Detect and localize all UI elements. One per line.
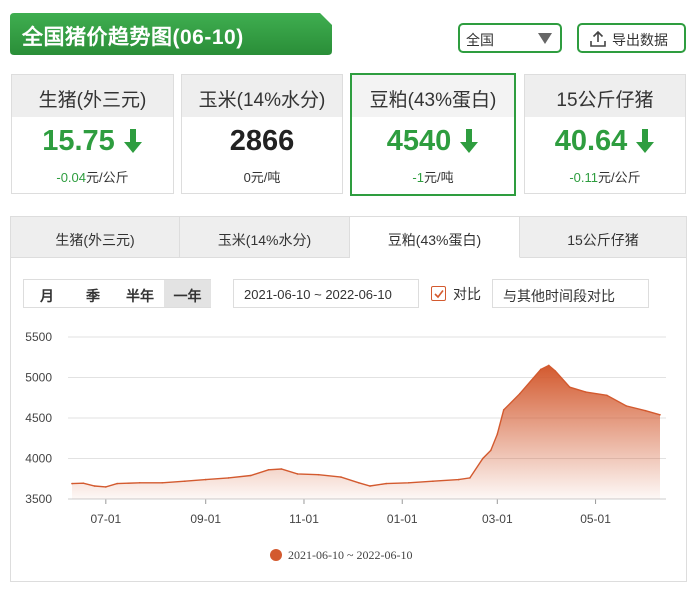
x-tick-label: 11-01 bbox=[289, 512, 319, 526]
series-point bbox=[554, 370, 557, 372]
x-tick-label: 05-01 bbox=[580, 512, 611, 526]
series-point bbox=[280, 468, 283, 470]
legend-marker[interactable] bbox=[270, 549, 282, 561]
x-tick-label: 03-01 bbox=[482, 512, 513, 526]
series-point bbox=[625, 405, 627, 407]
series-point bbox=[540, 368, 542, 371]
series-point bbox=[482, 457, 484, 460]
series-area-fill bbox=[72, 365, 660, 499]
y-tick-label: 4500 bbox=[25, 411, 52, 425]
price-trend-chart: 3500 4000 4500 5000 5500 07-01 09-01 11-01 01-01… bbox=[25, 330, 666, 562]
series-point bbox=[184, 480, 186, 483]
series-point bbox=[644, 409, 647, 412]
series-point bbox=[138, 482, 141, 484]
series-point bbox=[407, 482, 410, 484]
series-point bbox=[457, 478, 460, 481]
series-point bbox=[358, 482, 360, 484]
series-point bbox=[432, 480, 434, 483]
series-point bbox=[340, 476, 342, 478]
y-tick-label: 3500 bbox=[25, 492, 52, 506]
series-point bbox=[267, 469, 270, 471]
x-tick-label: 07-01 bbox=[90, 512, 121, 526]
y-tick-label: 5500 bbox=[25, 330, 52, 344]
series-point bbox=[369, 485, 371, 487]
series-point bbox=[161, 482, 163, 484]
series-point bbox=[317, 473, 320, 476]
series-point bbox=[105, 486, 107, 488]
series-point bbox=[519, 392, 521, 395]
y-tick-label: 4000 bbox=[25, 452, 52, 466]
series-point bbox=[71, 482, 73, 485]
series-point bbox=[496, 433, 499, 436]
series-point bbox=[296, 473, 299, 475]
y-tick-label: 5000 bbox=[25, 371, 52, 385]
series-point bbox=[490, 449, 492, 452]
series-point bbox=[585, 391, 587, 393]
series-point bbox=[548, 364, 550, 367]
series-point bbox=[250, 474, 252, 477]
series-point bbox=[569, 386, 571, 389]
series-point bbox=[469, 477, 471, 479]
series-point bbox=[502, 409, 505, 411]
x-tick-label: 09-01 bbox=[190, 512, 221, 526]
legend-label[interactable]: 2021-06-10 ~ 2022-06-10 bbox=[288, 548, 412, 562]
series-point bbox=[116, 482, 118, 485]
series-point bbox=[659, 414, 661, 416]
series-point bbox=[385, 482, 387, 485]
series-point bbox=[93, 485, 96, 487]
series-point bbox=[606, 394, 608, 397]
x-tick-label: 01-01 bbox=[387, 512, 418, 526]
series-point bbox=[82, 482, 85, 485]
series-point bbox=[227, 477, 230, 479]
series-point bbox=[204, 478, 207, 481]
